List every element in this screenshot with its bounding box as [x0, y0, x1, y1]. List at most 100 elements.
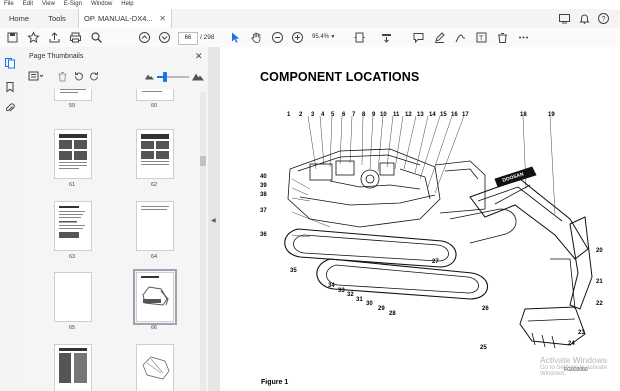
panel-title: Page Thumbnails — [29, 53, 84, 60]
next-page-icon[interactable] — [158, 31, 171, 44]
callout-13: 13 — [417, 112, 424, 118]
watermark-line-2: Go to Settings to activate Windows. — [540, 365, 608, 377]
rotate-right-icon[interactable] — [89, 71, 100, 84]
callout-20: 20 — [596, 248, 603, 254]
thumbnail-label: 63 — [68, 254, 76, 260]
page-total: / 298 — [200, 34, 215, 41]
thumbnail-page[interactable] — [136, 89, 174, 101]
callout-21: 21 — [596, 279, 603, 285]
delete-icon[interactable] — [496, 31, 509, 44]
highlight-pen-icon[interactable] — [433, 31, 446, 44]
close-icon[interactable]: ✕ — [195, 51, 203, 62]
callout-27: 27 — [432, 259, 439, 265]
page-thumbnails-icon[interactable] — [4, 57, 16, 69]
thumbnail-page[interactable] — [136, 201, 174, 251]
callout-6: 6 — [342, 112, 346, 118]
excavator-illustration: DOOSAN — [284, 115, 593, 349]
callout-5: 5 — [331, 112, 335, 118]
menu-view[interactable]: View — [42, 0, 55, 9]
zoom-level-select[interactable]: 95.4% ▼ — [312, 32, 336, 43]
svg-text:T: T — [479, 36, 484, 43]
hand-tool-icon[interactable] — [250, 31, 263, 44]
document-view: COMPONENT LOCATIONS DOOSAN 1 2 3 4 5 6 7… — [220, 47, 620, 391]
tab-document[interactable]: OP. MANUAL-DX4... ✕ — [78, 9, 172, 28]
print-icon[interactable] — [69, 31, 82, 44]
comment-icon[interactable] — [412, 31, 425, 44]
toolbar: 66 / 298 95.4% ▼ T — [0, 28, 620, 48]
tab-document-label: OP. MANUAL-DX4... — [84, 14, 153, 23]
help-icon[interactable]: ? — [597, 12, 610, 25]
page-number-input[interactable]: 66 — [178, 32, 198, 45]
thumbnail-page[interactable] — [54, 89, 92, 101]
fit-page-icon[interactable] — [353, 31, 366, 44]
callout-34: 34 — [328, 283, 335, 289]
callout-11: 11 — [393, 112, 400, 118]
left-rail — [0, 47, 21, 391]
thumbnail-page[interactable] — [54, 129, 92, 179]
bookmark-icon[interactable] — [4, 81, 16, 93]
collapse-panel-icon[interactable]: ◀ — [211, 217, 216, 224]
zoom-in-icon[interactable] — [291, 31, 304, 44]
delete-icon[interactable] — [57, 71, 68, 84]
chevron-down-icon: ▼ — [329, 34, 336, 40]
add-text-icon[interactable]: T — [475, 31, 488, 44]
callout-17: 17 — [462, 112, 469, 118]
thumbnail-page[interactable] — [136, 344, 174, 391]
menu-file[interactable]: File — [4, 0, 14, 9]
read-mode-icon[interactable] — [380, 31, 393, 44]
star-icon[interactable] — [27, 31, 40, 44]
callout-14: 14 — [429, 112, 436, 118]
thumbnail-label: 65 — [68, 325, 76, 331]
callout-12: 12 — [405, 112, 412, 118]
svg-text:?: ? — [602, 16, 606, 23]
panel-splitter[interactable]: ◀ — [208, 47, 220, 391]
thumbnail-page[interactable] — [136, 129, 174, 179]
save-icon[interactable] — [6, 31, 19, 44]
callout-25: 25 — [480, 345, 487, 351]
zoom-out-icon[interactable] — [271, 31, 284, 44]
search-icon[interactable] — [90, 31, 103, 44]
close-icon[interactable]: ✕ — [159, 9, 166, 28]
callout-28: 28 — [389, 311, 396, 317]
bell-icon[interactable] — [578, 12, 591, 25]
tab-home[interactable]: Home — [0, 9, 38, 28]
attachment-icon[interactable] — [4, 102, 16, 114]
menu-window[interactable]: Window — [91, 0, 112, 9]
thumbnail-list: 59 60 61 62 63 64 65 66 — [20, 89, 200, 391]
thumbnail-label: 66 — [150, 325, 158, 331]
figure-caption: Figure 1 — [261, 379, 289, 386]
thumbnail-options-icon[interactable] — [28, 71, 44, 84]
watermark-line-1: Activate Windows — [540, 355, 608, 365]
share-screen-icon[interactable] — [558, 12, 571, 25]
callout-8: 8 — [362, 112, 366, 118]
thumbnail-page-selected[interactable] — [133, 269, 177, 325]
callout-37: 37 — [260, 208, 267, 214]
thumbnail-label: 62 — [150, 182, 158, 188]
upload-icon[interactable] — [48, 31, 61, 44]
callout-33: 33 — [338, 288, 345, 294]
thumbnail-label: 59 — [68, 103, 76, 109]
more-tools-icon[interactable] — [517, 31, 530, 44]
tab-tools[interactable]: Tools — [38, 9, 76, 28]
menu-help[interactable]: Help — [121, 0, 133, 9]
thumbnail-page[interactable] — [54, 272, 92, 322]
select-pointer-icon[interactable] — [229, 31, 242, 44]
thumbnail-page[interactable] — [54, 201, 92, 251]
scrollbar-thumb[interactable] — [200, 156, 206, 166]
thumbnail-scrollbar[interactable] — [200, 92, 206, 391]
thumbnail-page[interactable] — [54, 344, 92, 391]
menu-edit[interactable]: Edit — [23, 0, 33, 9]
thumbnail-label: 61 — [68, 182, 76, 188]
slider-handle[interactable] — [163, 72, 167, 82]
draw-icon[interactable] — [454, 31, 467, 44]
callout-16: 16 — [451, 112, 458, 118]
rotate-left-icon[interactable] — [73, 71, 84, 84]
callout-18: 18 — [520, 112, 527, 118]
page-heading: COMPONENT LOCATIONS — [260, 70, 420, 84]
callout-2: 2 — [299, 112, 303, 118]
callout-9: 9 — [372, 112, 376, 118]
callout-22: 22 — [596, 301, 603, 307]
callout-10: 10 — [380, 112, 387, 118]
menu-esign[interactable]: E-Sign — [64, 0, 82, 9]
previous-page-icon[interactable] — [138, 31, 151, 44]
